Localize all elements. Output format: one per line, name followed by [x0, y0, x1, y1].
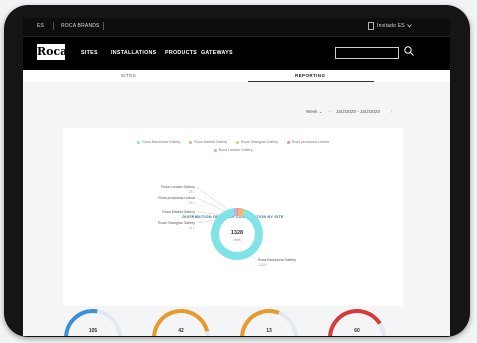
date-range[interactable]: 15/2/2020 - 15/2/2020	[336, 109, 380, 114]
roca-logo[interactable]: Roca	[37, 44, 67, 60]
reporting-content: Week ⌄ ‹ 15/2/2020 - 15/2/2020 › Roca Ba…	[23, 82, 450, 336]
section-tabs: SITES REPORTING	[23, 70, 450, 82]
brand-link[interactable]: ROCA BRANDS	[61, 23, 100, 29]
chevron-down-icon: ⌄	[318, 109, 323, 114]
gauge: 42	[152, 309, 210, 336]
gauge-fill	[240, 309, 280, 336]
consumption-card: Roca Barcelona Gallery Roca Madrid Galle…	[63, 128, 403, 306]
tablet-frame: ES ROCA BRANDS Invitado ES Roca SITES IN…	[4, 5, 470, 337]
chevron-down-icon	[407, 24, 412, 28]
prev-period-icon[interactable]: ‹	[329, 109, 331, 114]
donut-center-unit: litres	[233, 238, 241, 242]
nav-sites[interactable]: SITES	[81, 50, 98, 56]
device-icon	[368, 22, 374, 30]
leader-line	[196, 186, 232, 213]
nav-gateways[interactable]: GATEWAYS	[201, 50, 233, 56]
tab-sites[interactable]: SITES	[121, 73, 136, 78]
app-screen: ES ROCA BRANDS Invitado ES Roca SITES IN…	[23, 18, 450, 336]
gauge: 105	[64, 309, 122, 336]
tab-reporting[interactable]: REPORTING	[295, 73, 325, 78]
donut-center-value: 1328	[231, 230, 243, 236]
top-utility-bar: ES ROCA BRANDS Invitado ES	[23, 18, 450, 37]
gauge-value: 42	[178, 328, 184, 334]
gauge: 60	[328, 309, 386, 336]
donut-chart: 1328 litres	[196, 186, 263, 260]
gauge-value: 105	[89, 328, 98, 334]
search-icon[interactable]	[403, 45, 415, 57]
account-menu[interactable]: Invitado ES	[377, 23, 405, 29]
nav-products[interactable]: PRODUCTS	[165, 50, 197, 56]
main-nav: Roca SITES INSTALLATIONS PRODUCTS GATEWA…	[23, 37, 450, 70]
divider	[103, 22, 104, 30]
leader-lines	[196, 186, 257, 260]
nav-installations[interactable]: INSTALLATIONS	[111, 50, 157, 56]
gauge-value: 60	[354, 328, 360, 334]
next-period-icon[interactable]: ›	[391, 109, 393, 114]
leader-line	[250, 255, 257, 260]
gauge-row: 105 42 13 60	[64, 309, 386, 336]
period-select-label: Week	[306, 109, 318, 114]
gauge-value: 13	[266, 328, 272, 334]
gauge: 13	[240, 309, 298, 336]
language-selector[interactable]: ES	[37, 23, 44, 29]
period-select[interactable]: Week ⌄	[306, 109, 322, 115]
search-input[interactable]	[335, 47, 399, 59]
divider	[53, 22, 54, 30]
